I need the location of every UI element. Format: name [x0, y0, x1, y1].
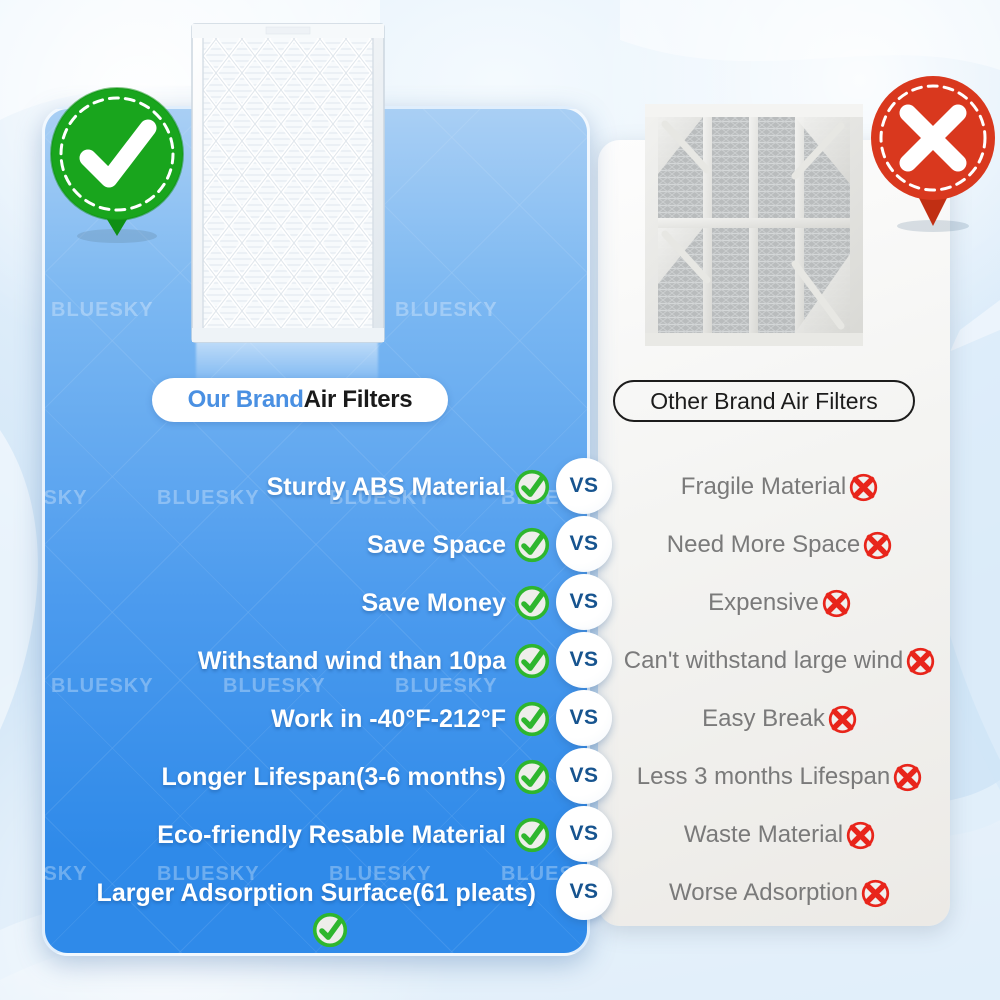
- check-circle-icon: [514, 759, 550, 795]
- list-item: Need More Space: [620, 516, 940, 574]
- approved-check-pin-icon: [50, 87, 184, 243]
- vs-badge: VS: [556, 516, 612, 572]
- feature-label: Save Money: [361, 588, 506, 617]
- cross-circle-icon: [828, 705, 857, 733]
- cross-circle-icon: [822, 589, 851, 617]
- other-brand-title-text: Other Brand Air Filters: [650, 387, 878, 414]
- check-circle-icon: [514, 469, 550, 505]
- rejected-cross-pin-icon: [871, 76, 995, 232]
- drawback-label: Need More Space: [666, 531, 861, 558]
- cross-circle-icon: [907, 647, 935, 675]
- cross-circle-icon: [861, 879, 890, 907]
- grey-pleated-air-filter-image: [645, 104, 863, 346]
- cross-circle-icon: [846, 821, 875, 849]
- list-item: Waste Material: [620, 806, 940, 864]
- check-circle-icon: [514, 585, 550, 621]
- vs-badge: VS: [556, 632, 612, 688]
- vs-badge: VS: [556, 864, 612, 920]
- check-circle-icon: [514, 701, 550, 737]
- list-item: Easy Break: [620, 690, 940, 748]
- cross-circle-icon: [894, 763, 922, 791]
- check-circle-icon: [514, 817, 550, 853]
- list-item: Expensive: [620, 574, 940, 632]
- feature-label: Longer Lifespan(3-6 months): [161, 762, 506, 791]
- our-brand-feature-list: Sturdy ABS Material Save Space Save Mone…: [42, 458, 558, 948]
- drawback-label: Less 3 months Lifespan: [636, 763, 891, 790]
- list-item: Worse Adsorption: [620, 864, 940, 922]
- list-item: Withstand wind than 10pa: [42, 632, 558, 690]
- feature-label: Save Space: [367, 530, 506, 559]
- feature-label: Withstand wind than 10pa: [197, 646, 506, 675]
- drawback-label: Fragile Material: [680, 473, 847, 500]
- feature-label: Sturdy ABS Material: [266, 472, 506, 501]
- list-item: Save Space: [42, 516, 558, 574]
- our-brand-title-rest: Air Filters: [303, 386, 413, 413]
- check-circle-icon: [312, 912, 348, 948]
- other-brand-drawback-list: Fragile Material Need More Space Expensi…: [620, 458, 940, 922]
- list-item: Larger Adsorption Surface(61 pleats): [42, 864, 558, 948]
- drawback-label: Worse Adsorption: [669, 879, 858, 906]
- list-item: Work in -40°F-212°F: [42, 690, 558, 748]
- vs-badge: VS: [556, 458, 612, 514]
- cross-circle-icon: [864, 531, 892, 559]
- our-brand-title-pill: Our Brand Air Filters: [152, 378, 448, 422]
- vs-badge: VS: [556, 690, 612, 746]
- drawback-label: Waste Material: [683, 821, 844, 848]
- drawback-label: Can't withstand large wind: [623, 647, 904, 674]
- check-circle-icon: [514, 643, 550, 679]
- list-item: Fragile Material: [620, 458, 940, 516]
- list-item: Eco-friendly Resable Material: [42, 806, 558, 864]
- feature-label: Work in -40°F-212°F: [271, 704, 506, 733]
- white-pleated-air-filter-image: [191, 23, 385, 343]
- drawback-label: Easy Break: [702, 705, 825, 732]
- vs-divider-column: VS VS VS VS VS VS VS VS: [556, 458, 614, 922]
- list-item: Less 3 months Lifespan: [620, 748, 940, 806]
- list-item: Can't withstand large wind: [620, 632, 940, 690]
- list-item: Sturdy ABS Material: [42, 458, 558, 516]
- check-circle-icon: [514, 527, 550, 563]
- our-brand-title-brand: Our Brand: [187, 386, 304, 413]
- vs-badge: VS: [556, 574, 612, 630]
- feature-label: Eco-friendly Resable Material: [157, 820, 506, 849]
- drawback-label: Expensive: [708, 589, 819, 616]
- vs-badge: VS: [556, 748, 612, 804]
- feature-label: Larger Adsorption Surface(61 pleats): [96, 878, 536, 907]
- list-item: Save Money: [42, 574, 558, 632]
- list-item: Longer Lifespan(3-6 months): [42, 748, 558, 806]
- vs-badge: VS: [556, 806, 612, 862]
- cross-circle-icon: [850, 473, 878, 501]
- other-brand-title-pill: Other Brand Air Filters: [613, 380, 915, 422]
